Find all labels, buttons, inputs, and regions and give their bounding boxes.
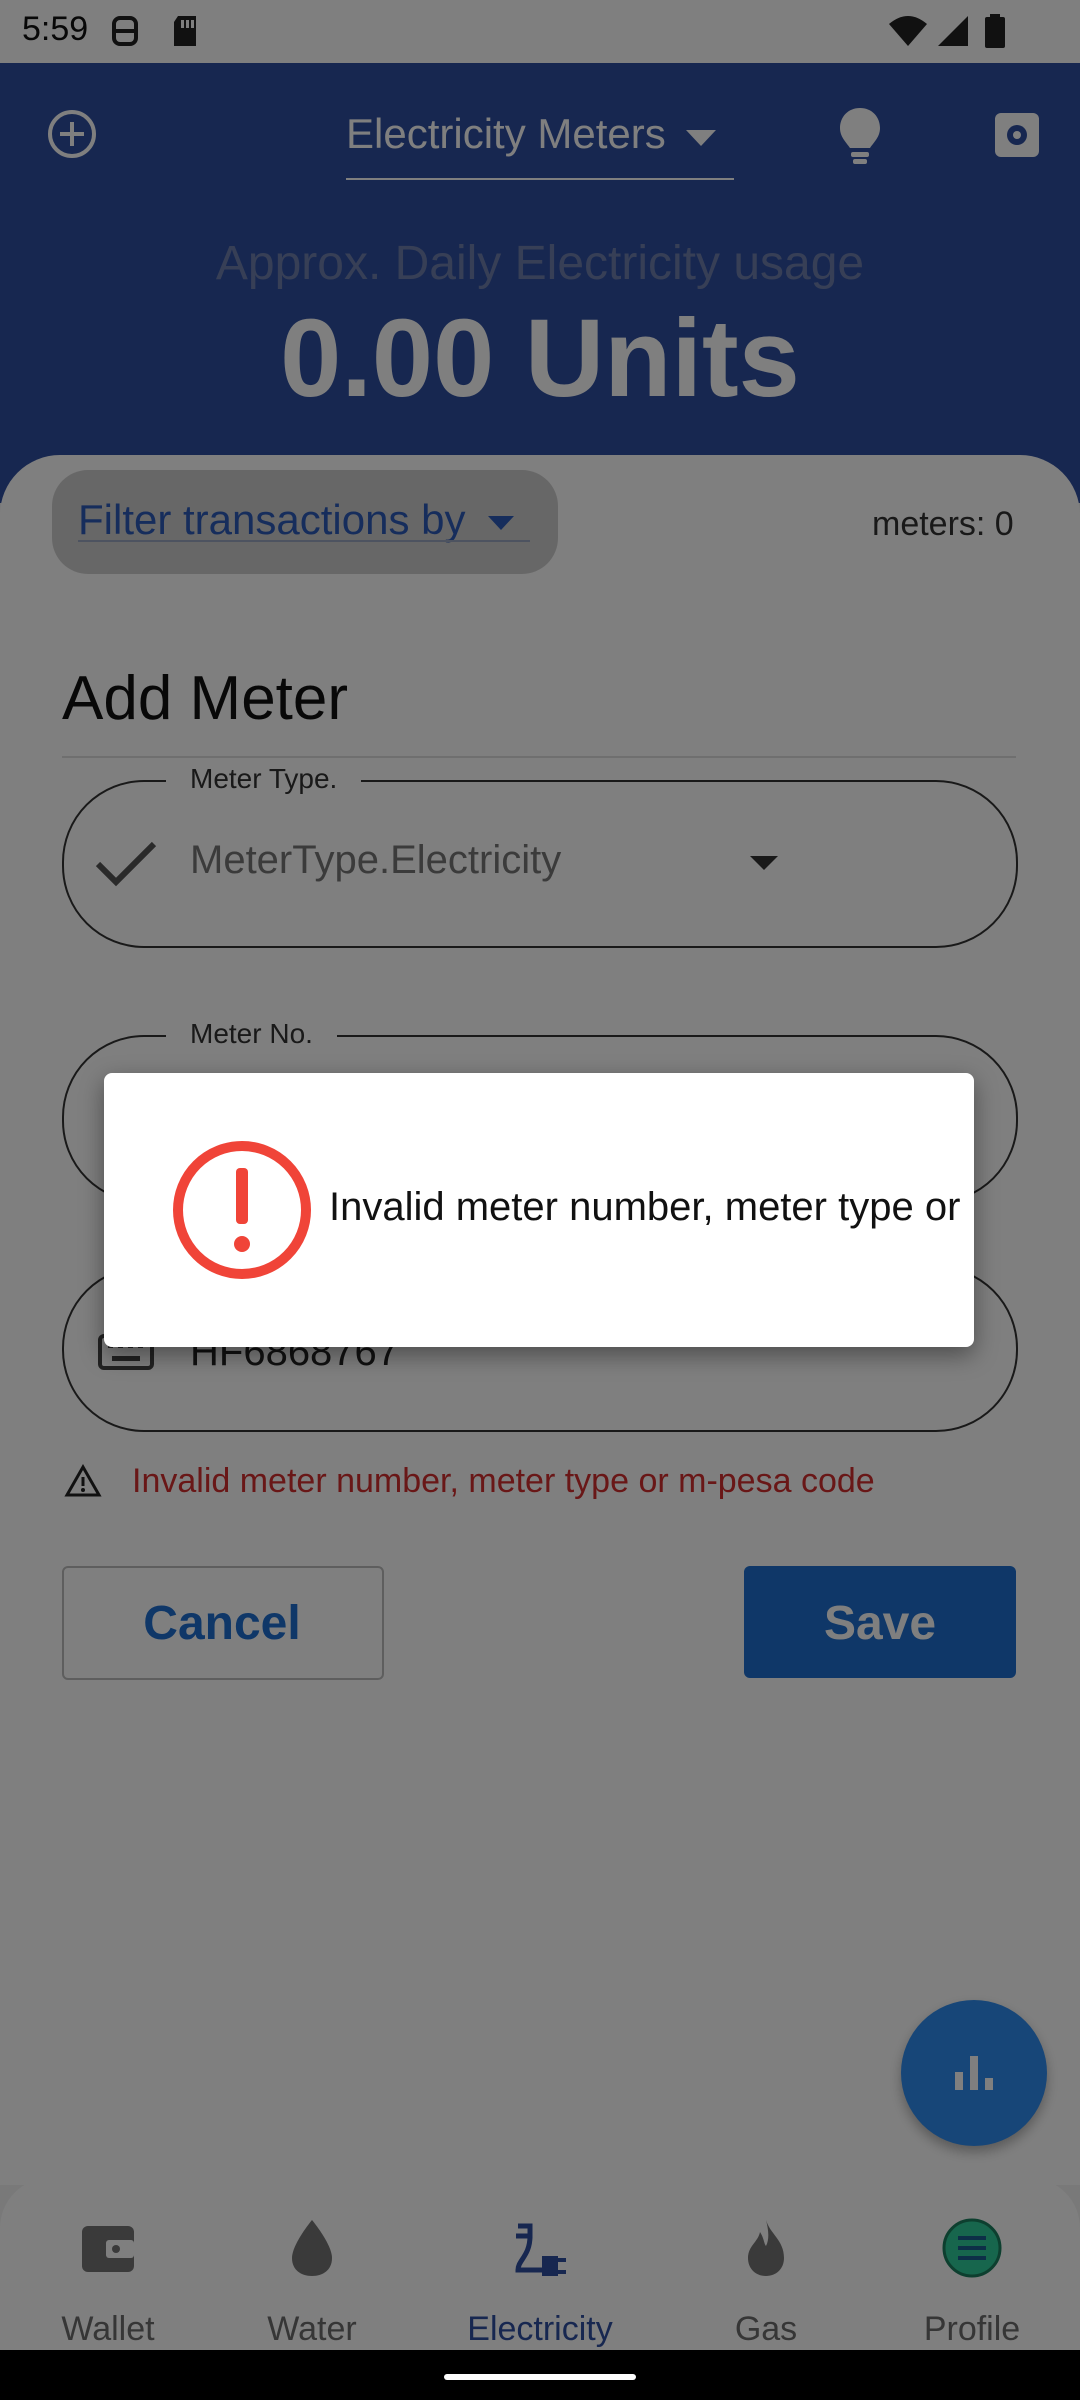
error-exclamation-icon xyxy=(173,1141,311,1279)
gesture-handle[interactable] xyxy=(444,2374,636,2380)
error-dialog-message: Invalid meter number, meter type or m-pe… xyxy=(329,1185,974,1229)
error-dialog: Invalid meter number, meter type or m-pe… xyxy=(104,1073,974,1347)
